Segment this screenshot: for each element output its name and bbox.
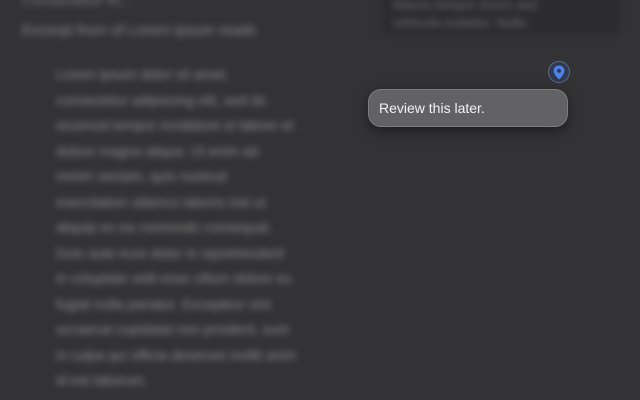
annotation-note[interactable]: Review this later.	[368, 89, 568, 127]
body-line: in culpa qui officia deserunt mollit ani…	[56, 346, 297, 363]
body-line: aliquip ex ea commodo consequat.	[56, 219, 273, 235]
body-line: eiusmod tempor incididunt ut labore et	[56, 117, 294, 133]
location-pin-glyph	[553, 65, 565, 79]
body-line: occaecat cupidatat non proident, sunt	[56, 321, 289, 337]
body-line: fugiat nulla pariatur. Excepteur sint	[56, 295, 271, 312]
body-line: dolore magna aliqua. Ut enim ad	[56, 142, 259, 159]
annotation-note-text: Review this later.	[379, 100, 485, 116]
body-line: minim veniam, quis nostrud	[56, 168, 227, 184]
blurred-document: Consectetur et... Excerpt from of Lorem …	[0, 0, 640, 400]
annotation-view: Consectetur et... Excerpt from of Lorem …	[0, 0, 640, 400]
body-line: Duis aute irure dolor in reprehenderit	[56, 244, 285, 261]
side-note-text: Mauris tempor lorem sed vehicula sodales…	[393, 0, 537, 30]
document-top-fragment: Consectetur et...	[22, 0, 133, 9]
body-line: consectetur adipiscing elit, sed do	[56, 91, 267, 108]
side-note-box: Mauris tempor lorem sed vehicula sodales…	[380, 0, 622, 37]
body-line: exercitation ullamco laboris nisi ut	[56, 193, 266, 210]
location-pin-icon[interactable]	[548, 61, 570, 83]
body-line: id est laborum.	[56, 372, 148, 388]
body-line: Lorem ipsum dolor sit amet,	[56, 66, 229, 82]
document-heading: Excerpt from of Lorem ipsum reads	[22, 22, 257, 39]
body-line: in voluptate velit esse cillum dolore eu	[56, 270, 292, 286]
document-body: Lorem ipsum dolor sit amet, consectetur …	[56, 62, 356, 394]
